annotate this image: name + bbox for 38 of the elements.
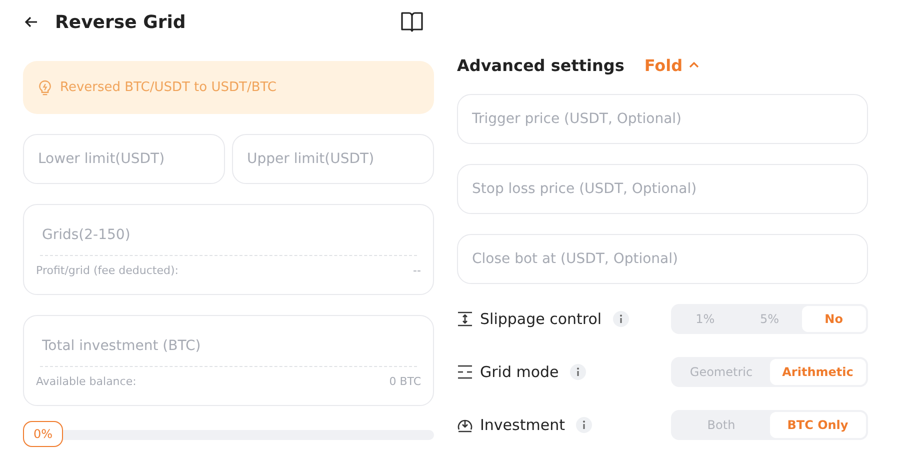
input-field[interactable]: Close bot at (USDT, Optional) (457, 234, 868, 284)
segment-option[interactable]: BTC Only (770, 412, 866, 438)
input-field[interactable]: Grids(2-150) Profit/grid (fee deducted): -- (23, 204, 434, 295)
info-value: 0 BTC (389, 375, 421, 388)
input-field[interactable]: Trigger price (USDT, Optional) (457, 94, 868, 144)
section-title: Advanced settings (457, 56, 624, 74)
option-label: Investment (480, 416, 565, 434)
segment-option[interactable]: No (802, 306, 866, 332)
option-label: Grid mode (480, 363, 559, 381)
back-arrow-icon[interactable] (23, 14, 39, 30)
slider-thumb[interactable]: 0% (23, 421, 63, 447)
option-label: Slippage control (480, 310, 602, 328)
info-icon[interactable] (612, 311, 629, 327)
info-value: -- (413, 264, 421, 277)
input-field[interactable]: Total investment (BTC) Available balance: 0 BTC (23, 315, 434, 406)
book-icon[interactable] (400, 11, 424, 33)
info-icon[interactable] (570, 364, 586, 380)
segment-option[interactable]: 1% (673, 306, 738, 332)
tip-text: Reversed BTC/USDT to USDT/BTC (60, 80, 276, 95)
info-label: Profit/grid (fee deducted): (36, 264, 178, 277)
input-field[interactable]: Stop loss price (USDT, Optional) (457, 164, 868, 214)
input-field[interactable]: Upper limit(USDT) (232, 134, 434, 184)
segment-option[interactable]: Both (673, 412, 770, 438)
slippage-icon (457, 311, 473, 327)
input-field[interactable]: Lower limit(USDT) (23, 134, 225, 184)
chevron-icon (688, 62, 699, 68)
segment-option[interactable]: 5% (737, 306, 802, 332)
fold-toggle[interactable]: Fold (644, 56, 699, 74)
info-icon[interactable] (576, 417, 592, 433)
segment-option[interactable]: Arithmetic (770, 359, 866, 385)
input-field[interactable]: Total investment (BTC) (40, 326, 417, 367)
input-field[interactable]: Grids(2-150) (40, 215, 417, 256)
lines-icon (457, 364, 473, 380)
segment-option[interactable]: Geometric (673, 359, 770, 385)
download-icon (457, 417, 473, 433)
info-label: Available balance: (36, 375, 136, 388)
page-title: Reverse Grid (55, 12, 187, 32)
lightbulb-icon (38, 80, 52, 96)
